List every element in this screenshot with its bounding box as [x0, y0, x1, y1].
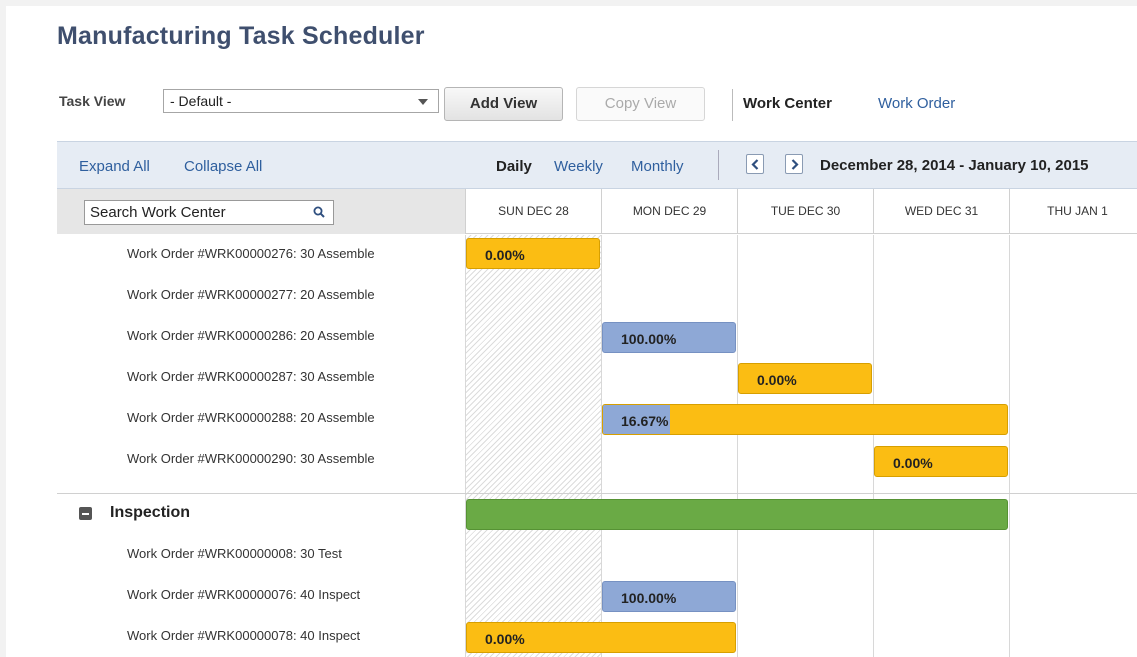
table-row[interactable]: Work Order #WRK00000288: 20 Assemble 16.… [57, 399, 1137, 440]
work-order-label[interactable]: Work Order #WRK00000277: 20 Assemble [127, 287, 375, 302]
task-view-label: Task View [59, 93, 126, 109]
add-view-button[interactable]: Add View [444, 87, 563, 121]
work-order-label[interactable]: Work Order #WRK00000290: 30 Assemble [127, 451, 375, 466]
table-row[interactable]: Work Order #WRK00000286: 20 Assemble 100… [57, 317, 1137, 358]
task-progress-label: 16.67% [621, 413, 669, 429]
task-progress-label: 0.00% [485, 631, 525, 647]
schedule-grid: Work Order #WRK00000276: 30 Assemble 0.0… [57, 235, 1137, 657]
divider [732, 89, 733, 121]
search-pane: Search Work Center [57, 189, 465, 234]
collapse-all-link[interactable]: Collapse All [184, 158, 262, 175]
search-icon[interactable] [313, 206, 325, 218]
column-header-row: Search Work Center SUN DEC 28 MON DEC 29… [57, 189, 1137, 234]
task-view-select[interactable]: - Default - [163, 89, 439, 113]
work-order-label[interactable]: Work Order #WRK00000008: 30 Test [127, 546, 342, 561]
weekly-view-link[interactable]: Weekly [554, 158, 603, 175]
chevron-left-icon [751, 159, 759, 170]
scheduler-header: Expand All Collapse All Daily Weekly Mon… [57, 142, 1137, 189]
date-range: December 28, 2014 - January 10, 2015 [820, 157, 1089, 174]
search-work-center-input[interactable]: Search Work Center [84, 200, 334, 225]
chevron-right-icon [791, 159, 799, 170]
group-row[interactable]: Inspection [57, 494, 1137, 535]
work-order-label[interactable]: Work Order #WRK00000286: 20 Assemble [127, 328, 375, 343]
next-button[interactable] [785, 154, 803, 174]
work-order-label[interactable]: Work Order #WRK00000078: 40 Inspect [127, 628, 360, 643]
task-progress-label: 100.00% [621, 590, 677, 606]
table-row[interactable]: Work Order #WRK00000078: 40 Inspect 0.00… [57, 617, 1137, 657]
table-row[interactable]: Work Order #WRK00000290: 30 Assemble 0.0… [57, 440, 1137, 481]
task-bar[interactable]: 16.67% [602, 404, 1008, 435]
divider [718, 150, 719, 180]
previous-button[interactable] [746, 154, 764, 174]
day-header: WED DEC 31 [873, 189, 1009, 234]
task-bar[interactable]: 100.00% [602, 581, 736, 612]
toolbar: Task View - Default - Add View Copy View… [57, 86, 1137, 126]
table-row[interactable]: Work Order #WRK00000277: 20 Assemble [57, 276, 1137, 317]
day-header: TUE DEC 30 [737, 189, 873, 234]
work-order-label[interactable]: Work Order #WRK00000276: 30 Assemble [127, 246, 375, 261]
task-progress-label: 0.00% [893, 455, 933, 471]
work-order-label[interactable]: Work Order #WRK00000287: 30 Assemble [127, 369, 375, 384]
work-order-label[interactable]: Work Order #WRK00000288: 20 Assemble [127, 410, 375, 425]
collapse-icon[interactable] [79, 507, 92, 520]
day-header: THU JAN 1 [1009, 189, 1137, 234]
task-view-value: - Default - [170, 93, 232, 109]
day-header: SUN DEC 28 [465, 189, 601, 234]
scheduler: Expand All Collapse All Daily Weekly Mon… [57, 141, 1137, 657]
search-placeholder: Search Work Center [90, 204, 226, 221]
expand-all-link[interactable]: Expand All [79, 158, 150, 175]
day-header: MON DEC 29 [601, 189, 737, 234]
task-bar[interactable]: 100.00% [602, 322, 736, 353]
table-row[interactable]: Work Order #WRK00000008: 30 Test [57, 535, 1137, 576]
daily-view-link[interactable]: Daily [496, 158, 532, 175]
page-title: Manufacturing Task Scheduler [57, 22, 425, 50]
page: Manufacturing Task Scheduler Task View -… [6, 6, 1137, 657]
task-progress-label: 100.00% [621, 331, 677, 347]
work-order-label[interactable]: Work Order #WRK00000076: 40 Inspect [127, 587, 360, 602]
copy-view-button[interactable]: Copy View [576, 87, 705, 121]
table-row[interactable]: Work Order #WRK00000276: 30 Assemble 0.0… [57, 235, 1137, 276]
chevron-down-icon[interactable] [418, 99, 428, 105]
work-order-tab[interactable]: Work Order [878, 95, 955, 112]
table-row[interactable]: Work Order #WRK00000076: 40 Inspect 100.… [57, 576, 1137, 617]
table-row[interactable]: Work Order #WRK00000287: 30 Assemble 0.0… [57, 358, 1137, 399]
monthly-view-link[interactable]: Monthly [631, 158, 684, 175]
task-progress-label: 0.00% [757, 372, 797, 388]
task-bar[interactable]: 0.00% [874, 446, 1008, 477]
task-bar[interactable]: 0.00% [466, 238, 600, 269]
group-label: Inspection [110, 504, 191, 521]
group-summary-bar[interactable] [466, 499, 1008, 530]
task-bar[interactable]: 0.00% [738, 363, 872, 394]
task-bar[interactable]: 0.00% [466, 622, 736, 653]
task-progress-label: 0.00% [485, 247, 525, 263]
work-center-tab[interactable]: Work Center [743, 95, 832, 112]
